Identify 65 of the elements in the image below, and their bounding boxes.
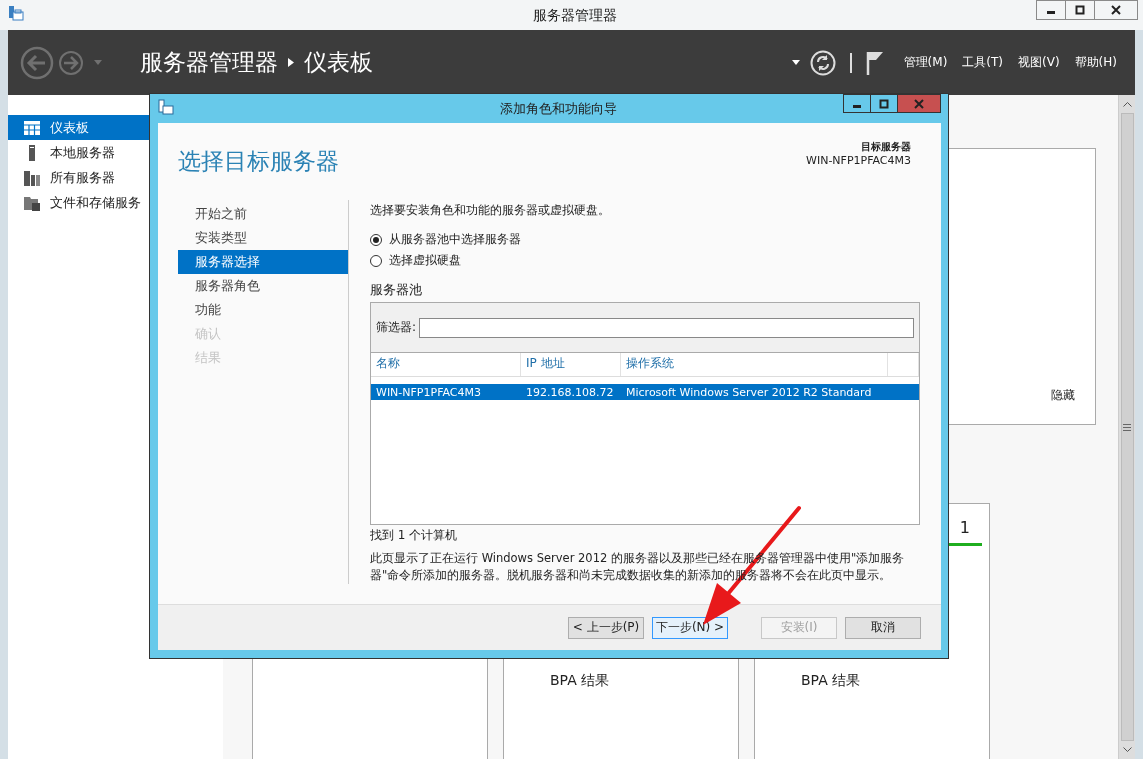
close-icon (914, 98, 924, 109)
menu-item[interactable]: 视图(V) (1018, 54, 1060, 71)
count: 1 (959, 518, 970, 537)
scroll-up-icon[interactable] (1122, 101, 1132, 107)
column-header[interactable]: IP 地址 (521, 353, 621, 376)
hide-link[interactable]: 隐藏 (1051, 387, 1075, 404)
scrollbar-thumb[interactable] (1120, 113, 1134, 741)
wizard-step[interactable]: 功能 (178, 298, 348, 322)
servers-icon (24, 169, 40, 186)
minimize-icon (1047, 11, 1055, 14)
page-heading: 选择目标服务器 (178, 147, 339, 176)
target-value: WIN-NFP1PFAC4M3 (806, 154, 911, 167)
maximize-icon (1075, 5, 1085, 15)
breadcrumb-item: 仪表板 (304, 48, 373, 77)
radio-label[interactable]: 从服务器池中选择服务器 (389, 231, 521, 248)
close-icon (1111, 5, 1121, 15)
breadcrumb-item[interactable]: 服务器管理器 (140, 47, 278, 78)
tile-label: BPA 结果 (801, 672, 862, 690)
minimize-button[interactable] (1036, 0, 1066, 20)
grip-icon (1123, 423, 1131, 431)
wizard-step[interactable]: 服务器选择 (178, 250, 348, 274)
filter-label: 筛选器: (376, 319, 417, 336)
refresh-icon[interactable] (809, 49, 836, 76)
menu-item[interactable]: 工具(T) (962, 54, 1004, 71)
app-icon (8, 5, 24, 21)
dialog-button[interactable]: 取消 (845, 616, 921, 639)
radio-button[interactable] (370, 254, 382, 267)
wizard-step[interactable]: 服务器角色 (178, 274, 348, 298)
minimize-button[interactable] (843, 94, 871, 113)
dialog-button[interactable]: < 上一步(P) (568, 616, 644, 639)
folder-icon (24, 194, 40, 211)
table-row[interactable]: WIN-NFP1PFAC4M3 192.168.108.72 Microsoft Windows Server 2012 R2 Standard (371, 384, 919, 400)
scrollbar[interactable] (1118, 95, 1135, 759)
dialog-button[interactable]: 下一步(N) > (652, 616, 728, 639)
table-cell-text: Microsoft Windows Server 2012 R2 Standard (625, 385, 873, 399)
filter-field[interactable] (419, 317, 914, 338)
wizard-step[interactable]: 安装类型 (178, 226, 348, 250)
window-title: 服务器管理器 (531, 6, 618, 25)
status-bar (948, 543, 982, 546)
table-cell-text: 192.168.108.72 (525, 385, 615, 399)
maximize-icon (879, 98, 889, 109)
chevron-icon (288, 58, 294, 67)
table-cell-text: WIN-NFP1PFAC4M3 (375, 385, 482, 399)
flag-icon[interactable] (865, 50, 884, 75)
menu-item[interactable]: 管理(M) (903, 54, 948, 71)
scroll-down-icon[interactable] (1122, 747, 1132, 753)
column-header[interactable]: 名称 (371, 353, 521, 376)
menu-item[interactable]: 帮助(H) (1074, 54, 1117, 71)
tile-label: BPA 结果 (550, 672, 611, 690)
close-button[interactable] (1094, 0, 1138, 20)
result-count: 找到 1 个计算机 (370, 527, 458, 544)
description-text: 选择要安装角色和功能的服务器或虚拟硬盘。 (370, 202, 610, 219)
radio-label[interactable]: 选择虚拟硬盘 (389, 252, 461, 269)
grid-icon (24, 120, 40, 135)
minimize-icon (853, 104, 861, 108)
dialog-title: 添加角色和功能向导 (498, 100, 618, 118)
section-title: 服务器池 (370, 281, 422, 299)
radio-button[interactable] (370, 233, 382, 246)
caret-icon[interactable] (791, 60, 800, 65)
wizard-step[interactable]: 开始之前 (178, 202, 348, 226)
app-icon (158, 99, 174, 115)
maximize-button[interactable] (1065, 0, 1095, 20)
column-header[interactable]: 操作系统 (621, 353, 888, 376)
target-label: 目标服务器 (861, 140, 911, 154)
maximize-button[interactable] (870, 94, 898, 113)
